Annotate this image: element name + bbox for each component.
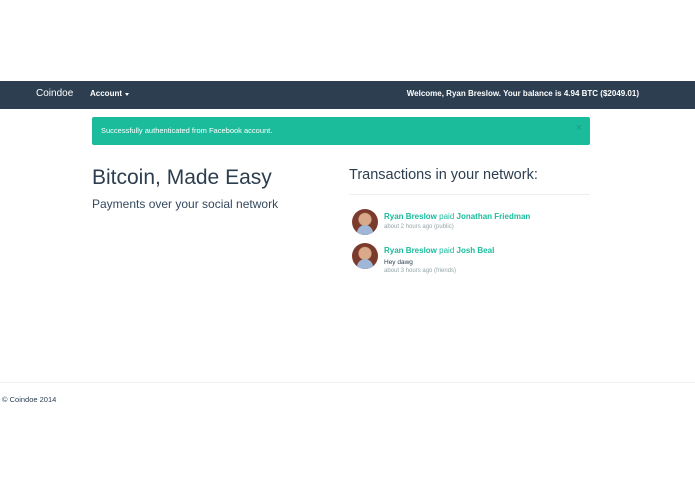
payee-link[interactable]: Josh Beal (457, 246, 495, 255)
footer-copyright: © Coindoe 2014 (2, 395, 57, 404)
payer-link[interactable]: Ryan Breslow (384, 246, 437, 255)
avatar[interactable] (352, 243, 378, 269)
transaction-meta: about 3 hours ago (friends) (384, 268, 457, 274)
transaction-verb: paid (439, 246, 455, 255)
payer-link[interactable]: Ryan Breslow (384, 212, 437, 221)
avatar[interactable] (352, 209, 378, 235)
hero-title: Bitcoin, Made Easy (92, 166, 272, 189)
transaction-summary: Ryan Breslow paid Jonathan Friedman (384, 212, 530, 221)
transaction-verb: paid (439, 212, 455, 221)
brand-link[interactable]: Coindoe (36, 88, 73, 99)
close-icon[interactable]: × (576, 123, 582, 134)
transaction-meta: about 2 hours ago (public) (384, 224, 454, 230)
success-alert: Successfully authenticated from Facebook… (92, 117, 590, 145)
transactions-heading: Transactions in your network: (349, 167, 538, 183)
payee-link[interactable]: Jonathan Friedman (457, 212, 531, 221)
alert-message: Successfully authenticated from Facebook… (101, 126, 273, 135)
transaction-note: Hey dawg (384, 259, 413, 266)
caret-down-icon (125, 92, 129, 96)
divider (349, 194, 590, 195)
welcome-balance: Welcome, Ryan Breslow. Your balance is 4… (406, 89, 639, 98)
account-dropdown-label: Account (90, 89, 122, 98)
account-dropdown[interactable]: Account (90, 89, 129, 98)
navbar: Coindoe Account Welcome, Ryan Breslow. Y… (0, 81, 695, 109)
transaction-summary: Ryan Breslow paid Josh Beal (384, 246, 494, 255)
hero-subtitle: Payments over your social network (92, 197, 279, 211)
footer-divider (0, 382, 695, 383)
